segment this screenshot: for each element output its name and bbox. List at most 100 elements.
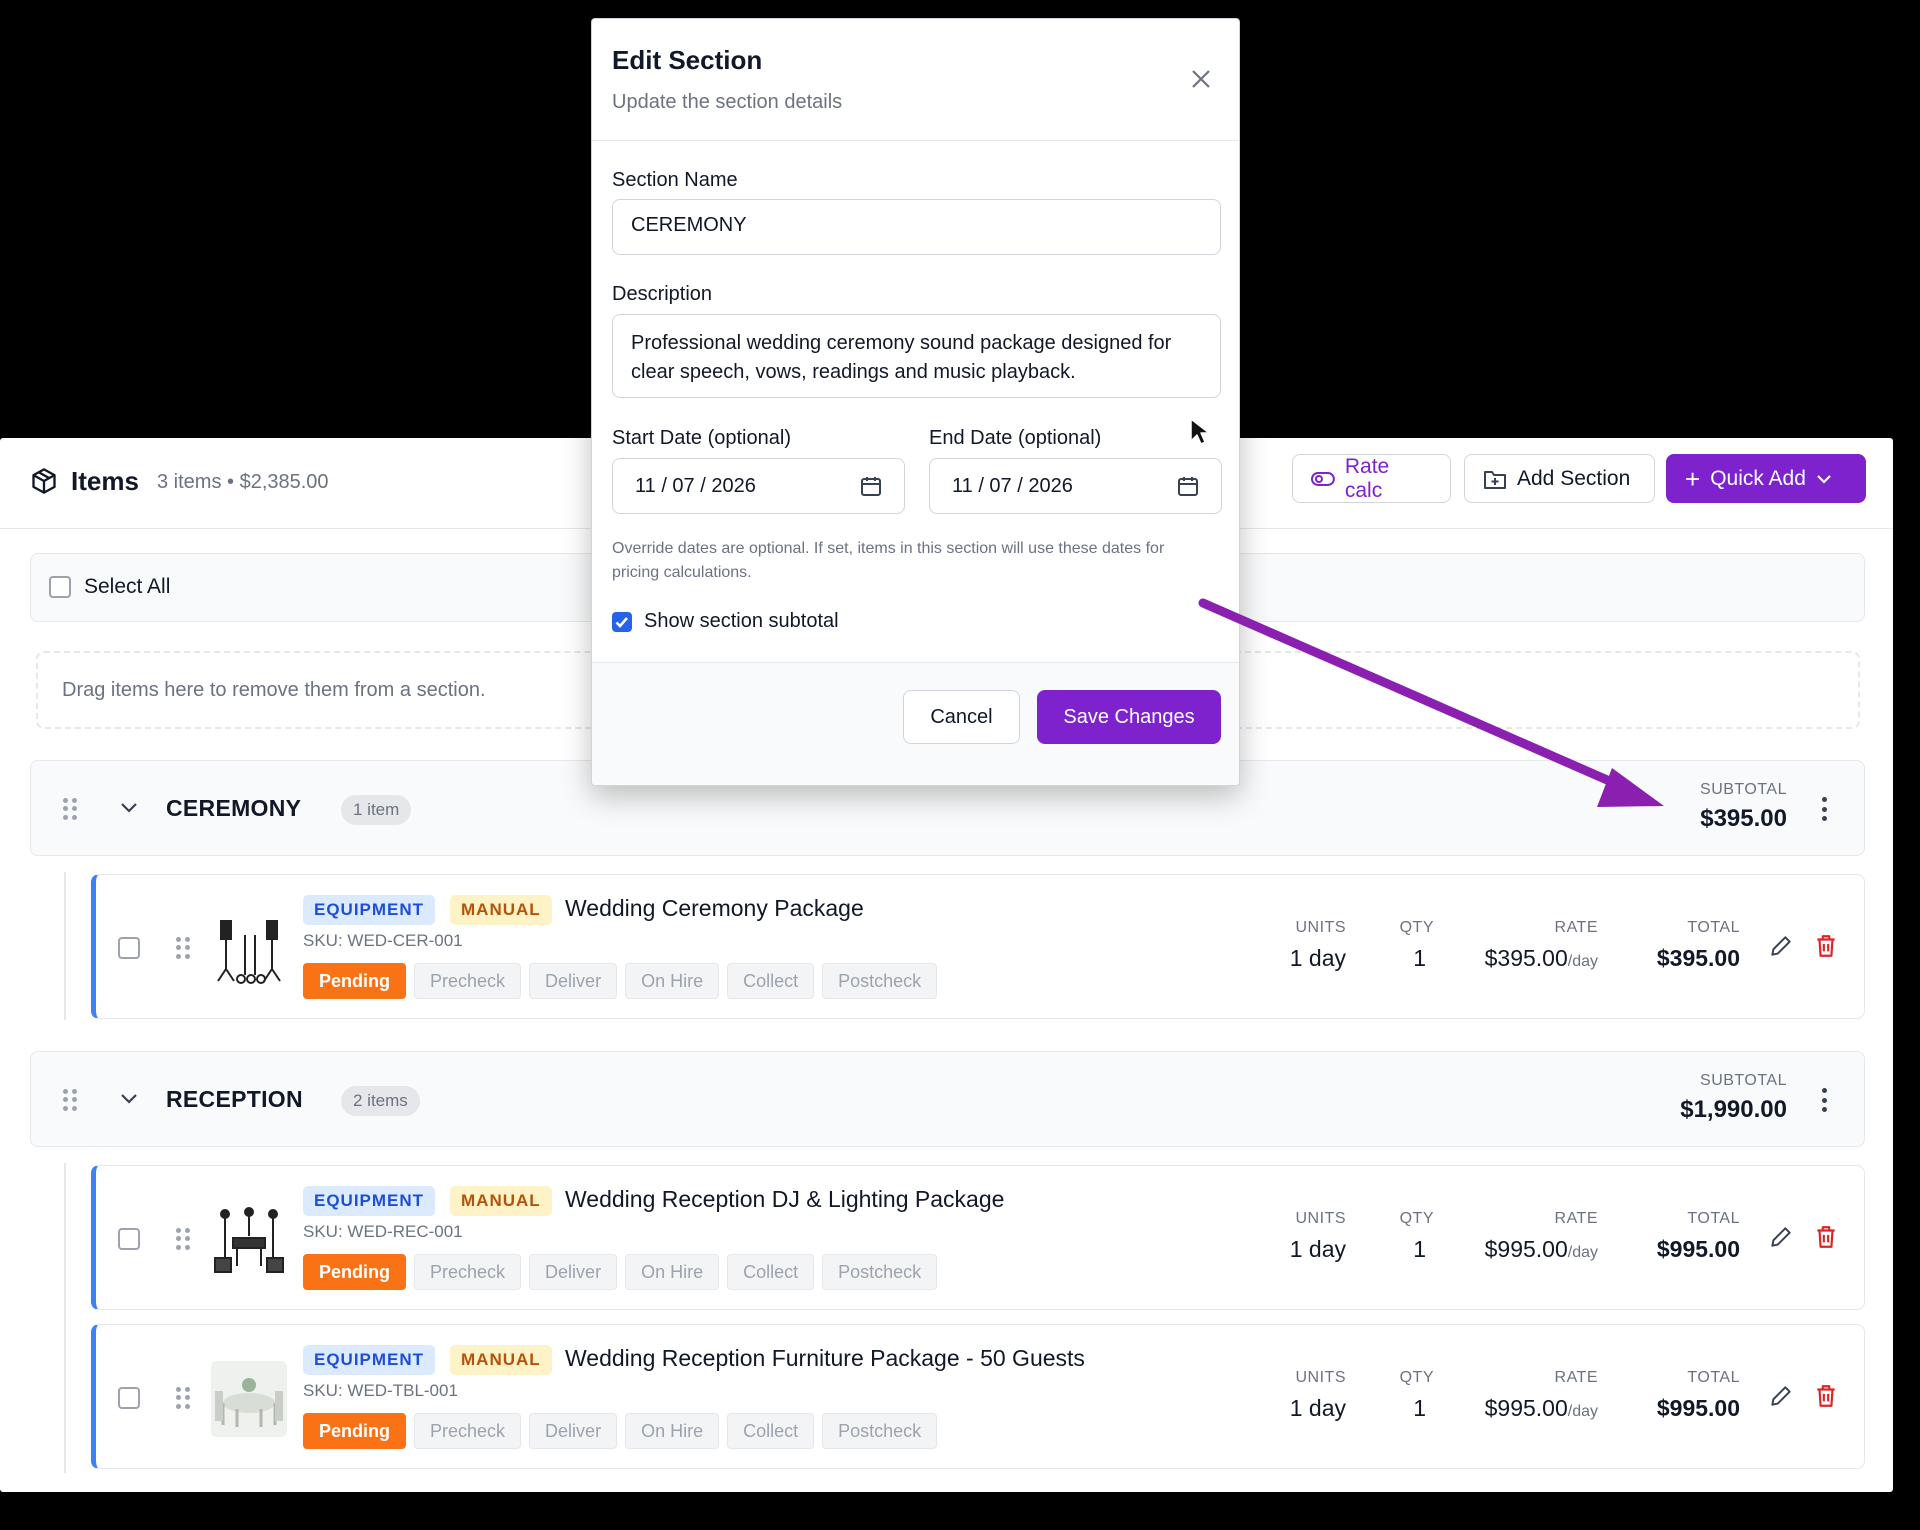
equipment-tag: EQUIPMENT (303, 1186, 436, 1216)
section-name: RECEPTION (166, 1086, 303, 1112)
more-options-icon[interactable] (1822, 797, 1828, 821)
chevron-down-icon[interactable] (117, 1086, 141, 1110)
dates-help-text: Override dates are optional. If set, ite… (612, 540, 1165, 581)
start-date-input[interactable]: 11 / 07 / 2026 (612, 458, 905, 514)
status-collect[interactable]: Collect (727, 1254, 815, 1290)
status-collect[interactable]: Collect (727, 963, 815, 999)
end-date-label: End Date (optional) (929, 427, 1102, 449)
total-label: TOTAL (1687, 1369, 1740, 1386)
section-name: CEREMONY (166, 795, 302, 821)
units-label: UNITS (1295, 1369, 1346, 1386)
total-label: TOTAL (1687, 919, 1740, 936)
start-date-label: Start Date (optional) (612, 427, 791, 449)
furniture-thumbnail (211, 1361, 287, 1437)
qty-label: QTY (1399, 919, 1434, 936)
pencil-icon[interactable] (1768, 1224, 1794, 1250)
chevron-down-icon[interactable] (1816, 474, 1832, 484)
pencil-icon[interactable] (1768, 933, 1794, 959)
status-postcheck[interactable]: Postcheck (822, 1254, 938, 1290)
calendar-icon[interactable] (1177, 475, 1199, 497)
status-collect[interactable]: Collect (727, 1413, 815, 1449)
section-header-reception: RECEPTION 2 items SUBTOTAL $1,990.00 (30, 1051, 1865, 1147)
item-sku: SKU: WED-REC-001 (303, 1222, 463, 1241)
calendar-icon[interactable] (860, 475, 882, 497)
drag-handle-icon[interactable] (176, 937, 190, 959)
status-pending[interactable]: Pending (303, 1254, 406, 1290)
units-value: 1 day (1289, 1395, 1346, 1421)
modal-subtitle: Update the section details (612, 91, 843, 113)
drag-handle-icon[interactable] (63, 798, 77, 820)
item-checkbox[interactable] (118, 1228, 140, 1250)
units-value: 1 day (1289, 1236, 1346, 1262)
item-row: EQUIPMENT MANUAL Wedding Reception Furni… (91, 1324, 1865, 1469)
show-subtotal-checkbox[interactable] (612, 612, 632, 632)
rate-value: $995.00 (1484, 1236, 1568, 1262)
chevron-down-icon[interactable] (117, 795, 141, 819)
per-day-unit: /day (1567, 1403, 1598, 1420)
pencil-icon[interactable] (1768, 1383, 1794, 1409)
modal-divider (592, 140, 1239, 141)
items-meta: 3 items • $2,385.00 (157, 471, 329, 493)
more-options-icon[interactable] (1822, 1088, 1828, 1112)
rate-calc-button[interactable]: Rate calc (1292, 454, 1451, 503)
status-deliver[interactable]: Deliver (529, 1413, 618, 1449)
trash-icon[interactable] (1813, 1224, 1839, 1250)
qty-label: QTY (1399, 1369, 1434, 1386)
drag-handle-icon[interactable] (176, 1387, 190, 1409)
rate-value: $995.00 (1484, 1395, 1568, 1421)
package-icon (32, 468, 56, 494)
add-section-button[interactable]: Add Section (1464, 454, 1655, 503)
qty-value: 1 (1413, 945, 1426, 971)
dj-lighting-thumbnail (211, 1202, 287, 1278)
cancel-button[interactable]: Cancel (903, 690, 1020, 744)
status-postcheck[interactable]: Postcheck (822, 963, 938, 999)
item-checkbox[interactable] (118, 937, 140, 959)
status-on-hire[interactable]: On Hire (625, 963, 720, 999)
status-steps: Pending Precheck Deliver On Hire Collect… (303, 963, 938, 999)
items-title: Items (71, 466, 139, 496)
select-all-checkbox[interactable] (49, 576, 71, 598)
quick-add-button[interactable]: + Quick Add (1666, 454, 1866, 503)
checkmark-icon (615, 617, 628, 628)
show-subtotal-label: Show section subtotal (644, 610, 839, 632)
status-on-hire[interactable]: On Hire (625, 1413, 720, 1449)
end-date-value: 11 / 07 / 2026 (952, 475, 1073, 497)
status-pending[interactable]: Pending (303, 1413, 406, 1449)
rate-label: RATE (1554, 1369, 1598, 1386)
status-precheck[interactable]: Precheck (414, 1254, 522, 1290)
mouse-cursor-icon (1190, 418, 1208, 445)
subtotal-value: $395.00 (1700, 805, 1787, 832)
drag-handle-icon[interactable] (176, 1228, 190, 1250)
rate-cell: $995.00/day (1485, 1236, 1598, 1263)
save-changes-button[interactable]: Save Changes (1037, 690, 1221, 744)
close-icon[interactable] (1190, 68, 1212, 90)
end-date-input[interactable]: 11 / 07 / 2026 (929, 458, 1222, 514)
status-postcheck[interactable]: Postcheck (822, 1413, 938, 1449)
status-precheck[interactable]: Precheck (414, 963, 522, 999)
edit-section-modal: Edit Section Update the section details … (591, 18, 1240, 786)
manual-tag: MANUAL (450, 1345, 552, 1375)
item-checkbox[interactable] (118, 1387, 140, 1409)
start-date-value: 11 / 07 / 2026 (635, 475, 756, 497)
trash-icon[interactable] (1813, 1383, 1839, 1409)
item-name: Wedding Reception Furniture Package - 50… (565, 1345, 1085, 1371)
description-textarea[interactable]: Professional wedding ceremony sound pack… (612, 314, 1221, 398)
manual-tag: MANUAL (450, 1186, 552, 1216)
status-pending[interactable]: Pending (303, 963, 406, 999)
section-name-input[interactable]: CEREMONY (612, 199, 1221, 255)
section-count-badge: 2 items (341, 1086, 420, 1116)
section-count-badge: 1 item (341, 795, 412, 825)
toggle-icon (1311, 471, 1335, 486)
qty-value: 1 (1413, 1236, 1426, 1262)
status-on-hire[interactable]: On Hire (625, 1254, 720, 1290)
quick-add-label: Quick Add (1710, 466, 1806, 490)
description-label: Description (612, 283, 713, 305)
trash-icon[interactable] (1813, 933, 1839, 959)
status-deliver[interactable]: Deliver (529, 963, 618, 999)
status-deliver[interactable]: Deliver (529, 1254, 618, 1290)
status-precheck[interactable]: Precheck (414, 1413, 522, 1449)
total-value: $395.00 (1656, 945, 1740, 971)
status-steps: Pending Precheck Deliver On Hire Collect… (303, 1254, 938, 1290)
drag-handle-icon[interactable] (63, 1089, 77, 1111)
modal-title: Edit Section (612, 45, 763, 75)
